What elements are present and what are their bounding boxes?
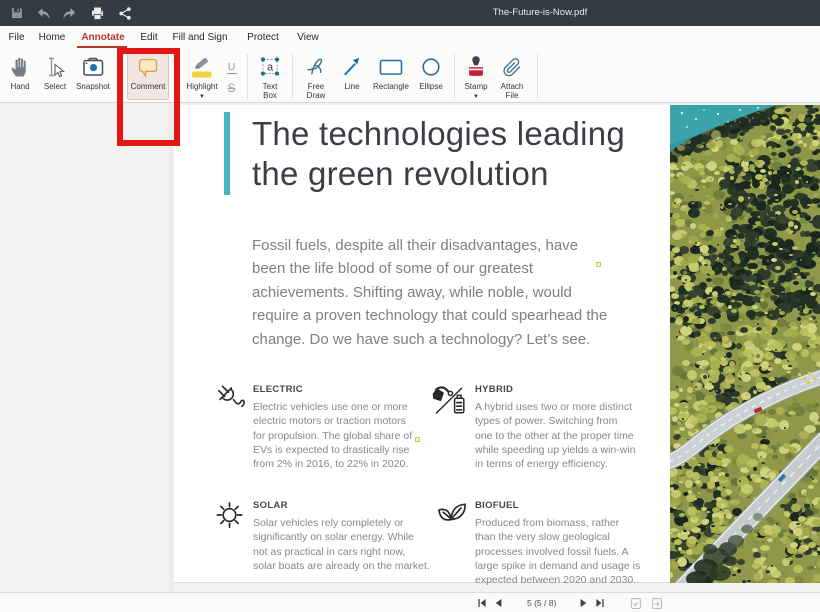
- svg-text:a: a: [267, 62, 274, 74]
